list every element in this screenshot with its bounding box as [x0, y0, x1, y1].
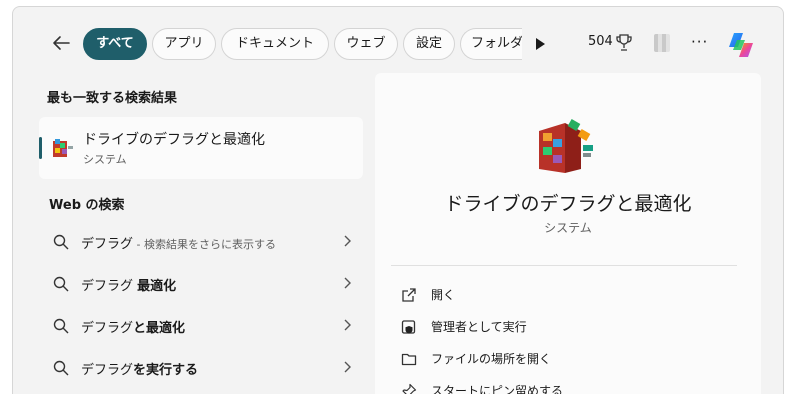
folder-icon — [401, 353, 417, 366]
action-pin-to-start[interactable]: スタートにピン留めする — [401, 377, 731, 394]
filter-documents[interactable]: ドキュメント — [221, 28, 329, 60]
best-match-result[interactable]: ドライブのデフラグと最適化 システム — [39, 117, 363, 179]
web-suggestion[interactable]: デフラグと最適化 — [39, 307, 363, 345]
rewards-trophy-icon[interactable] — [616, 34, 632, 52]
search-icon — [53, 318, 69, 334]
more-filters-play-icon[interactable] — [535, 38, 545, 50]
selection-indicator — [39, 137, 42, 159]
filter-settings[interactable]: 設定 — [403, 28, 455, 60]
chevron-right-icon — [344, 361, 351, 373]
rewards-points: 504 — [588, 34, 613, 49]
search-panel: すべて アプリ ドキュメント ウェブ 設定 フォルダー 504 ··· 最も一致… — [12, 6, 784, 394]
search-icon — [53, 276, 69, 292]
user-avatar[interactable] — [654, 34, 670, 52]
filter-all[interactable]: すべて — [83, 28, 147, 60]
detail-title: ドライブのデフラグと最適化 — [444, 193, 692, 215]
divider — [391, 265, 737, 266]
filter-apps[interactable]: アプリ — [152, 28, 216, 60]
action-run-as-admin[interactable]: 管理者として実行 — [401, 313, 731, 341]
copilot-icon[interactable] — [726, 31, 756, 59]
filter-folders[interactable]: フォルダー — [460, 28, 522, 60]
search-icon — [53, 360, 69, 376]
more-options-icon[interactable]: ··· — [691, 33, 708, 51]
action-open-file-location[interactable]: ファイルの場所を開く — [401, 345, 731, 373]
shield-icon — [401, 320, 416, 334]
detail-subtitle: システム — [544, 221, 592, 235]
best-match-subtitle: システム — [83, 153, 127, 166]
filter-web[interactable]: ウェブ — [334, 28, 398, 60]
action-open[interactable]: 開く — [401, 281, 731, 309]
pin-icon — [402, 383, 417, 394]
chevron-right-icon — [344, 277, 351, 289]
web-search-heading: Web の検索 — [49, 198, 125, 213]
defrag-app-icon — [53, 139, 73, 157]
best-match-heading: 最も一致する検索結果 — [47, 91, 178, 106]
web-suggestion[interactable]: デフラグを実行する — [39, 349, 363, 387]
chevron-right-icon — [344, 319, 351, 331]
chevron-right-icon — [344, 235, 351, 247]
web-suggestion[interactable]: デフラグ 最適化 — [39, 265, 363, 303]
defrag-app-large-icon — [539, 119, 593, 173]
back-arrow-icon[interactable] — [49, 31, 73, 55]
search-icon — [53, 234, 69, 250]
detail-pane: ドライブのデフラグと最適化 システム 開く 管理者として実行 ファイルの場所を開… — [375, 73, 761, 394]
web-suggestion-text: デフラグ 最適化 — [81, 279, 177, 294]
web-suggestion-text: デフラグと最適化 — [81, 321, 186, 336]
open-icon — [402, 288, 416, 302]
web-suggestion-text: デフラグを実行する — [81, 363, 199, 378]
best-match-title: ドライブのデフラグと最適化 — [83, 132, 265, 148]
web-suggestion[interactable]: デフラグ - 検索結果をさらに表示する — [39, 223, 363, 261]
web-suggestion-text: デフラグ - 検索結果をさらに表示する — [81, 237, 276, 252]
